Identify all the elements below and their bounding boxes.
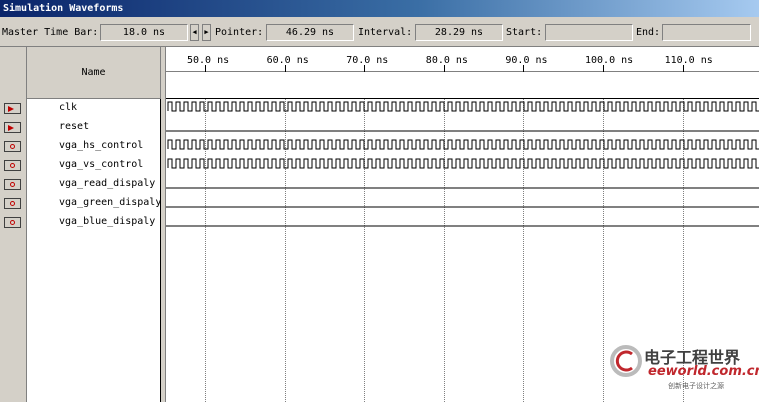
output-ring-glyph <box>10 182 15 187</box>
master-time-bar-field[interactable]: 18.0 ns <box>100 24 188 41</box>
input-pin-icon[interactable] <box>4 103 21 114</box>
ruler-tick-label: 80.0 ns <box>425 55 468 66</box>
signal-name-vga_hs_control[interactable]: vga_hs_control <box>59 140 143 151</box>
ruler-tick-mark <box>364 65 366 72</box>
waveform-clk <box>167 101 759 112</box>
watermark-logo <box>610 344 642 378</box>
name-column-header[interactable]: Name <box>27 47 161 99</box>
ruler-blank-band <box>166 72 759 99</box>
interval-field[interactable]: 28.29 ns <box>415 24 503 41</box>
input-arrow-glyph <box>8 125 14 131</box>
ruler-tick-label: 90.0 ns <box>505 55 548 66</box>
ruler-tick-mark <box>443 65 445 72</box>
ruler-tick-label: 100.0 ns <box>585 55 634 66</box>
ruler-tick-mark <box>682 65 684 72</box>
ruler-tick-label: 70.0 ns <box>346 55 389 66</box>
output-pin-icon[interactable] <box>4 198 21 209</box>
ruler-tick-label: 110.0 ns <box>664 55 713 66</box>
pointer-field[interactable]: 46.29 ns <box>266 24 354 41</box>
signal-name-vga_vs_control[interactable]: vga_vs_control <box>59 159 143 170</box>
output-ring-glyph <box>10 220 15 225</box>
ruler-tick-label: 60.0 ns <box>266 55 309 66</box>
input-pin-icon[interactable] <box>4 122 21 133</box>
output-pin-icon[interactable] <box>4 160 21 171</box>
watermark-slogan: 创新电子设计之源 <box>668 382 724 390</box>
start-field[interactable] <box>545 24 633 41</box>
eeworld-logo-icon <box>610 345 642 377</box>
scroll-right-button[interactable]: ▶ <box>202 24 211 41</box>
ruler-tick-mark <box>523 65 525 72</box>
ruler-tick-mark <box>205 65 206 72</box>
interval-label: Interval: <box>358 27 413 38</box>
watermark-site: eeworld.com.cn <box>648 364 759 379</box>
end-field[interactable] <box>662 24 751 41</box>
pointer-label: Pointer: <box>215 27 264 38</box>
input-arrow-glyph <box>8 106 14 112</box>
master-time-bar-label: Master Time Bar: <box>2 27 99 38</box>
output-ring-glyph <box>10 144 15 149</box>
signal-name-clk[interactable]: clk <box>59 102 77 113</box>
output-ring-glyph <box>10 201 15 206</box>
output-pin-icon[interactable] <box>4 179 21 190</box>
start-label: Start: <box>506 27 543 38</box>
output-pin-icon[interactable] <box>4 141 21 152</box>
ruler-tick-mark <box>603 65 604 72</box>
time-ruler[interactable]: 50.0 ns 60.0 ns 70.0 ns 80.0 ns 90.0 ns 100.0… <box>166 47 759 72</box>
end-label: End: <box>636 27 661 38</box>
signal-name-vga_green_dispaly[interactable]: vga_green_dispaly <box>59 197 161 208</box>
waveform-vga_vs_control <box>167 158 759 169</box>
time-toolbar: Master Time Bar: 18.0 ns ◀ ▶ Pointer: 46… <box>0 17 759 47</box>
signal-name-reset[interactable]: reset <box>59 121 89 132</box>
scroll-left-button[interactable]: ◀ <box>190 24 199 41</box>
signal-name-vga_read_dispaly[interactable]: vga_read_dispaly <box>59 178 155 189</box>
output-pin-icon[interactable] <box>4 217 21 228</box>
ruler-tick-mark <box>284 65 286 72</box>
signal-name-vga_blue_dispaly[interactable]: vga_blue_dispaly <box>59 216 155 227</box>
ruler-tick-label: 50.0 ns <box>187 55 230 66</box>
window-title: Simulation Waveforms <box>0 0 759 17</box>
waveform-vga_hs_control <box>167 139 759 150</box>
output-ring-glyph <box>10 163 15 168</box>
